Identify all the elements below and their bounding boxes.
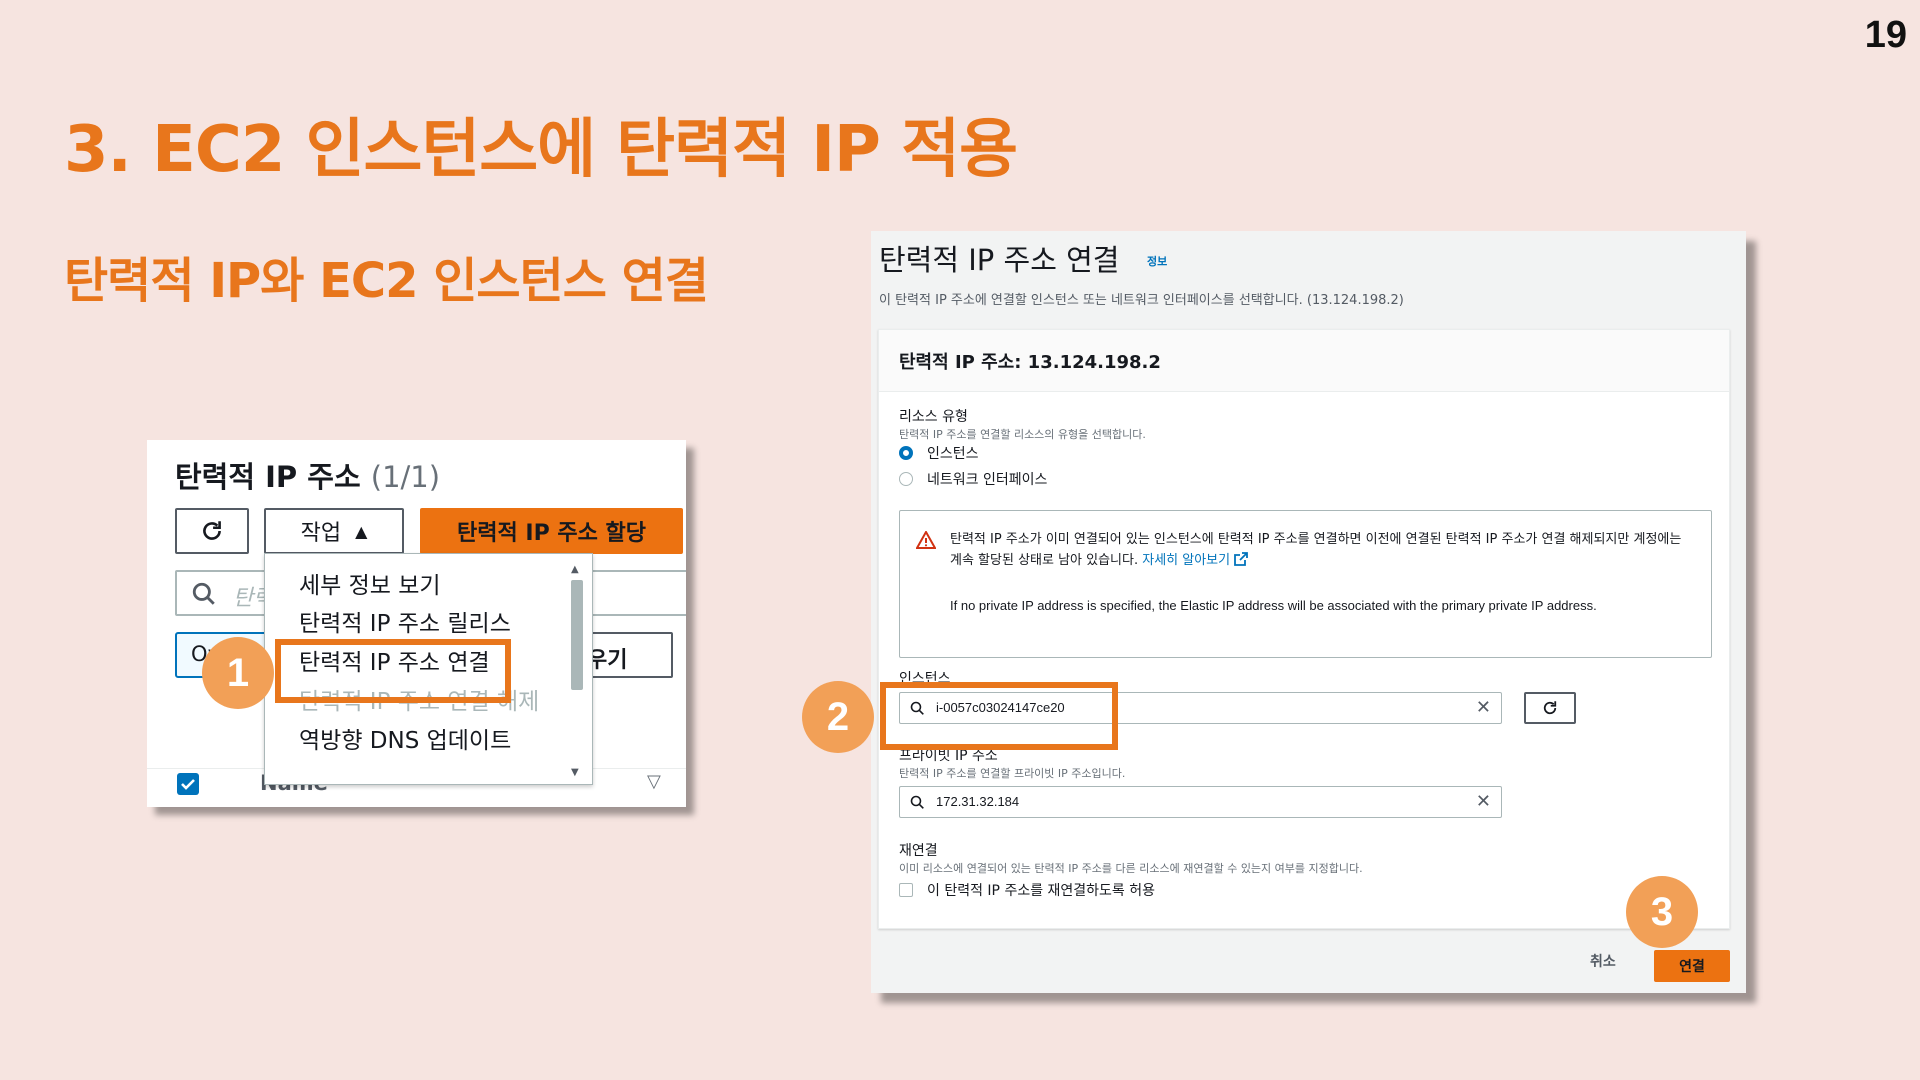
alert-text-body: 탄력적 IP 주소가 이미 연결되어 있는 인스턴스에 탄력적 IP 주소를 연… <box>950 532 1682 568</box>
scroll-up-icon[interactable]: ▲ <box>571 564 579 575</box>
panel-title: 탄력적 IP 주소 (1/1) <box>175 454 440 496</box>
refresh-button[interactable] <box>175 508 249 554</box>
menu-item-view-details[interactable]: 세부 정보 보기 <box>265 560 565 602</box>
allocate-eip-button[interactable]: 탄력적 IP 주소 할당 <box>420 508 683 554</box>
card-header: 탄력적 IP 주소: 13.124.198.2 <box>879 330 1729 392</box>
reassociation-checkbox[interactable] <box>899 883 913 897</box>
private-ip-hint: 탄력적 IP 주소를 연결할 프라이빗 IP 주소입니다. <box>899 767 1126 780</box>
associate-eip-dialog: 탄력적 IP 주소 연결 정보 이 탄력적 IP 주소에 연결할 인스턴스 또는… <box>871 231 1746 993</box>
external-link-icon[interactable] <box>1234 552 1249 566</box>
menu-scrollbar[interactable]: ▲ ▼ <box>568 564 586 778</box>
highlight-associate-menu <box>275 639 511 703</box>
card-header-text: 탄력적 IP 주소: 13.124.198.2 <box>899 352 1161 373</box>
info-link[interactable]: 정보 <box>1147 253 1167 269</box>
refresh-icon <box>203 521 221 540</box>
sort-down-icon[interactable]: ▽ <box>647 771 661 792</box>
scroll-thumb[interactable] <box>571 580 583 690</box>
clear-icon[interactable]: ✕ <box>1476 791 1491 812</box>
step-2-badge: 2 <box>802 681 874 753</box>
page-number: 19 <box>1864 14 1907 56</box>
refresh-icon <box>1543 701 1557 715</box>
actions-label: 작업 <box>300 521 342 546</box>
check-icon <box>181 779 195 790</box>
step-3-badge: 3 <box>1626 876 1698 948</box>
menu-item-release[interactable]: 탄력적 IP 주소 릴리스 <box>265 598 565 640</box>
slide-subtitle: 탄력적 IP와 EC2 인스턴스 연결 <box>64 253 709 309</box>
alert-text-en: If no private IP address is specified, t… <box>950 598 1597 613</box>
resource-type-hint: 탄력적 IP 주소를 연결할 리소스의 유형을 선택합니다. <box>899 428 1146 441</box>
radio-network-interface-label[interactable]: 네트워크 인터페이스 <box>927 469 1047 489</box>
instance-refresh-button[interactable] <box>1524 692 1576 724</box>
warning-icon <box>916 531 936 549</box>
caret-up-icon: ▲ <box>355 521 368 541</box>
menu-item-reverse-dns[interactable]: 역방향 DNS 업데이트 <box>265 715 565 757</box>
actions-button[interactable]: 작업 ▲ <box>264 508 404 554</box>
scroll-down-icon[interactable]: ▼ <box>571 767 579 778</box>
settings-card: 탄력적 IP 주소: 13.124.198.2 리소스 유형 탄력적 IP 주소… <box>878 329 1730 929</box>
clear-icon[interactable]: ✕ <box>1476 697 1491 718</box>
dialog-description: 이 탄력적 IP 주소에 연결할 인스턴스 또는 네트워크 인터페이스를 선택합… <box>879 293 1404 308</box>
private-ip-input[interactable]: 172.31.32.184 ✕ <box>899 786 1502 818</box>
slide-title: 3. EC2 인스턴스에 탄력적 IP 적용 <box>64 113 1018 187</box>
private-ip-value: 172.31.32.184 <box>936 794 1020 809</box>
radio-network-interface[interactable] <box>899 472 913 486</box>
reassociation-checkbox-label[interactable]: 이 탄력적 IP 주소를 재연결하도록 허용 <box>927 880 1155 900</box>
elastic-ip-list-panel: 탄력적 IP 주소 (1/1) 작업 ▲ 탄력적 IP 주소 할당 탄력 Own… <box>147 440 686 807</box>
reassociation-hint: 이미 리소스에 연결되어 있는 탄력적 IP 주소를 다른 리소스에 재연결할 … <box>899 862 1363 875</box>
resource-type-label: 리소스 유형 <box>899 409 968 425</box>
radio-instance[interactable] <box>899 446 913 460</box>
cancel-button[interactable]: 취소 <box>1590 951 1616 971</box>
alert-text: 탄력적 IP 주소가 이미 연결되어 있는 인스턴스에 탄력적 IP 주소를 연… <box>950 529 1695 571</box>
search-icon <box>910 795 924 809</box>
dialog-title: 탄력적 IP 주소 연결 <box>879 243 1120 277</box>
panel-count: (1/1) <box>370 460 441 494</box>
step-1-badge: 1 <box>202 637 274 709</box>
select-all-checkbox[interactable] <box>177 773 199 795</box>
reassociation-label: 재연결 <box>899 843 938 859</box>
highlight-instance-input <box>880 682 1118 750</box>
panel-title-text: 탄력적 IP 주소 <box>175 460 361 494</box>
search-icon <box>192 582 215 605</box>
learn-more-link[interactable]: 자세히 알아보기 <box>1142 553 1230 568</box>
associate-button[interactable]: 연결 <box>1654 950 1730 982</box>
warning-alert: 탄력적 IP 주소가 이미 연결되어 있는 인스턴스에 탄력적 IP 주소를 연… <box>899 510 1712 658</box>
radio-instance-label[interactable]: 인스턴스 <box>927 443 979 463</box>
